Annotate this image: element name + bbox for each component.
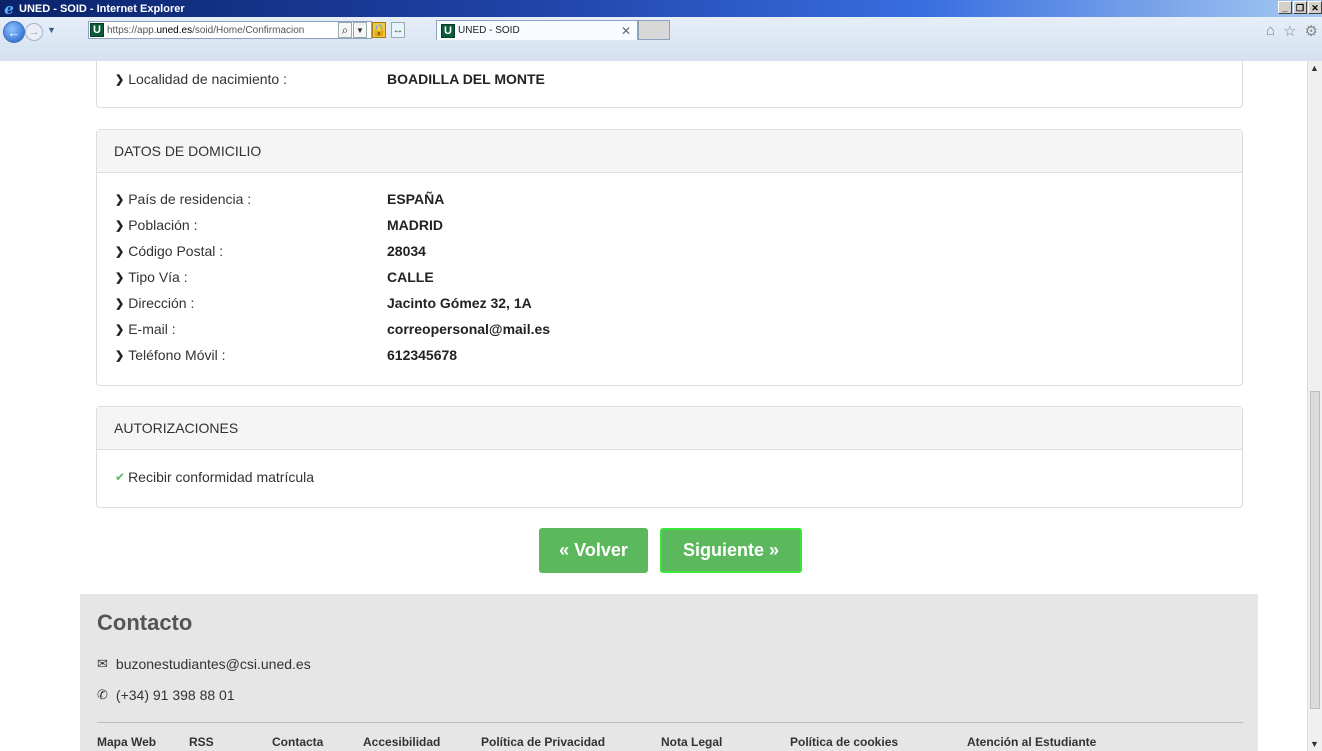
forward-button[interactable]: → — [25, 23, 43, 41]
address-bar[interactable]: U https://app. uned.es/soid/Home/Confirma… — [88, 21, 372, 39]
vertical-scrollbar[interactable]: ▲ ▼ — [1307, 61, 1322, 751]
footer-link-atencion[interactable]: Atención al Estudiante — [967, 735, 1096, 749]
row-label: Teléfono Móvil : — [128, 347, 226, 363]
chevron-right-icon: ❯ — [115, 73, 125, 86]
footer: Contacto ✉ buzonestudiantes@csi.uned.es … — [80, 594, 1258, 751]
window-title-bar: e UNED - SOID - Internet Explorer _ ❐ ✕ — [0, 0, 1322, 18]
row-label: Tipo Vía : — [128, 269, 188, 285]
info-row: ❯ Localidad de nacimiento : BOADILLA DEL … — [115, 69, 545, 89]
chevron-right-icon: ❯ — [115, 193, 125, 206]
footer-divider — [97, 722, 1243, 723]
contact-phone: ✆ (+34) 91 398 88 01 — [97, 687, 235, 703]
window-title: UNED - SOID - Internet Explorer — [19, 2, 185, 15]
row-value: MADRID — [387, 217, 443, 233]
scrollbar-thumb[interactable] — [1310, 391, 1320, 709]
panel-datos-nacimiento: ❯ Localidad de nacimiento : BOADILLA DEL … — [96, 61, 1243, 108]
siguiente-button[interactable]: Siguiente » — [660, 528, 802, 573]
page-content: ❯ Localidad de nacimiento : BOADILLA DEL … — [0, 61, 1307, 751]
chevron-right-icon: ❯ — [115, 271, 125, 284]
authorization-item: ✔ Recibir conformidad matrícula — [115, 467, 314, 487]
footer-link-nota-legal[interactable]: Nota Legal — [661, 735, 790, 749]
footer-link-privacidad[interactable]: Política de Privacidad — [481, 735, 661, 749]
address-dropdown-icon[interactable]: ▼ — [353, 22, 367, 38]
home-icon[interactable]: ⌂ — [1266, 22, 1275, 40]
minimize-button[interactable]: _ — [1278, 1, 1292, 14]
info-row: ❯ Teléfono Móvil : 612345678 — [115, 345, 457, 365]
close-window-button[interactable]: ✕ — [1308, 1, 1322, 14]
chevron-right-icon: ❯ — [115, 349, 125, 362]
footer-links: Mapa Web RSS Contacta Accesibilidad Polí… — [97, 735, 1096, 749]
info-row: ❯ E-mail : correopersonal@mail.es — [115, 319, 550, 339]
info-row: ❯ País de residencia : ESPAÑA — [115, 189, 444, 209]
favorites-star-icon[interactable]: ☆ — [1283, 22, 1296, 40]
restore-button[interactable]: ❐ — [1293, 1, 1307, 14]
footer-link-accesibilidad[interactable]: Accesibilidad — [363, 735, 481, 749]
envelope-icon: ✉ — [97, 656, 108, 671]
chevron-right-icon: ❯ — [115, 323, 125, 336]
internet-explorer-icon: e — [4, 0, 14, 18]
row-value: correopersonal@mail.es — [387, 321, 551, 337]
info-row: ❯ Población : MADRID — [115, 215, 443, 235]
row-label: E-mail : — [128, 321, 176, 337]
row-label: Población : — [128, 217, 198, 233]
scroll-down-icon[interactable]: ▼ — [1310, 739, 1319, 749]
recent-pages-dropdown-icon[interactable]: ▼ — [47, 25, 56, 35]
panel-autorizaciones: AUTORIZACIONES ✔ Recibir conformidad mat… — [96, 406, 1243, 508]
close-tab-icon[interactable]: ✕ — [621, 24, 631, 38]
footer-link-cookies[interactable]: Política de cookies — [790, 735, 967, 749]
row-value: CALLE — [387, 269, 434, 285]
new-tab-button[interactable] — [638, 20, 670, 40]
row-label: País de residencia : — [128, 191, 252, 207]
browser-toolbar: ← → ▼ U https://app. uned.es/soid/Home/Co… — [0, 17, 1322, 61]
panel-datos-domicilio: DATOS DE DOMICILIO ❯ País de residencia :… — [96, 129, 1243, 386]
phone-icon: ✆ — [97, 687, 108, 702]
volver-button[interactable]: « Volver — [539, 528, 648, 573]
footer-link-rss[interactable]: RSS — [189, 735, 272, 749]
checkmark-icon: ✔ — [115, 470, 126, 484]
address-path: /soid/Home/Confirmacion — [192, 24, 305, 36]
browser-tab[interactable]: U UNED - SOID ✕ — [436, 20, 638, 40]
tab-favicon: U — [441, 23, 455, 38]
row-value: BOADILLA DEL MONTE — [387, 71, 545, 87]
tab-title: UNED - SOID — [458, 25, 520, 36]
search-icon[interactable]: ⌕ — [338, 22, 352, 38]
contact-email-text[interactable]: buzonestudiantes@csi.uned.es — [116, 656, 311, 672]
row-value: Jacinto Gómez 32, 1A — [387, 295, 532, 311]
footer-heading: Contacto — [97, 610, 193, 635]
row-value: 612345678 — [387, 347, 458, 363]
chevron-right-icon: ❯ — [115, 219, 125, 232]
contact-email: ✉ buzonestudiantes@csi.uned.es — [97, 656, 311, 672]
info-row: ❯ Código Postal : 28034 — [115, 241, 426, 261]
gear-icon[interactable]: ⚙ — [1305, 22, 1318, 40]
authorization-label: Recibir conformidad matrícula — [128, 469, 315, 485]
info-row: ❯ Tipo Vía : CALLE — [115, 267, 434, 287]
address-host: uned.es — [156, 24, 193, 36]
row-label: Código Postal : — [128, 243, 224, 259]
chevron-right-icon: ❯ — [115, 245, 125, 258]
row-label: Dirección : — [128, 295, 195, 311]
row-value: 28034 — [387, 243, 426, 259]
footer-link-mapa-web[interactable]: Mapa Web — [97, 735, 189, 749]
back-button[interactable]: ← — [3, 21, 25, 43]
panel-heading: DATOS DE DOMICILIO — [97, 130, 1242, 173]
address-prefix: https://app. — [107, 24, 157, 36]
scroll-up-icon[interactable]: ▲ — [1310, 63, 1319, 73]
site-favicon: U — [90, 23, 104, 37]
row-value: ESPAÑA — [387, 191, 445, 207]
lock-icon[interactable]: 🔒 — [372, 22, 386, 38]
row-label: Localidad de nacimiento : — [128, 71, 287, 87]
panel-heading: AUTORIZACIONES — [97, 407, 1242, 450]
contact-phone-text: (+34) 91 398 88 01 — [115, 687, 235, 703]
refresh-icon[interactable]: ↔ — [391, 22, 405, 38]
chevron-right-icon: ❯ — [115, 297, 125, 310]
info-row: ❯ Dirección : Jacinto Gómez 32, 1A — [115, 293, 532, 313]
footer-link-contacta[interactable]: Contacta — [272, 735, 363, 749]
